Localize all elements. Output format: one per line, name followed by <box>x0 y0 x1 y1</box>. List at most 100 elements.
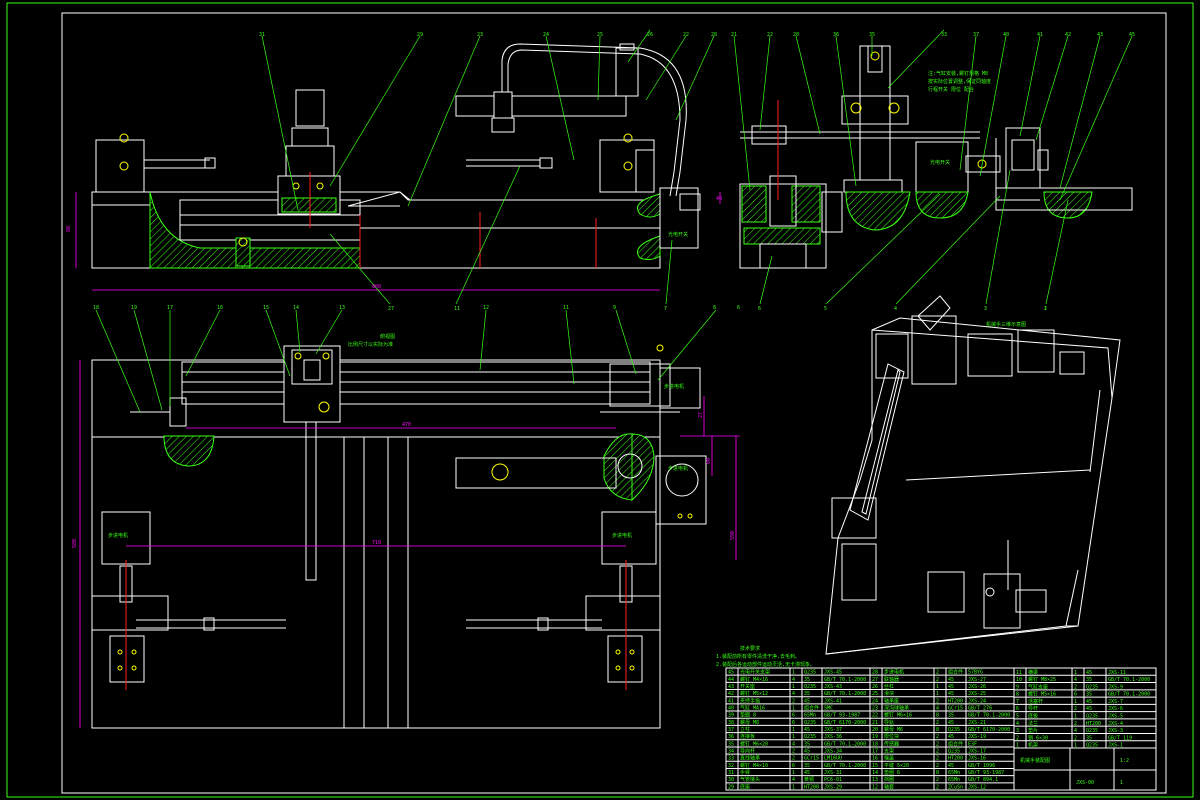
balloon-number: 8 <box>713 305 716 311</box>
motor-label-1: 步进电机 <box>108 532 128 539</box>
bom-cell: SMC <box>824 705 833 711</box>
tech-notes-title: 技术要求 <box>740 645 760 652</box>
bom-cell: 33 <box>728 756 734 762</box>
balloon-number: 1 <box>1044 306 1047 312</box>
balloon-number: 22 <box>683 32 689 38</box>
bom-cell: Q235 <box>948 749 960 755</box>
bom-cell: 气缸 MA16 <box>740 704 765 711</box>
bom-cell: 1 <box>936 684 939 690</box>
bom-cell: 35 <box>804 677 810 683</box>
balloon-number: 12 <box>483 305 489 311</box>
balloon-number: 9 <box>613 305 616 311</box>
bom-cell: 螺钉 M6×16 <box>884 712 912 719</box>
balloon-number: 40 <box>1003 32 1009 38</box>
title-block-sheet: 1 <box>1120 780 1123 786</box>
balloon-number: 3 <box>984 306 987 312</box>
dim-plan-len-c: 590 <box>730 531 736 540</box>
bom-cell: GCr15 <box>948 705 963 711</box>
bom-cell: 34 <box>728 749 734 755</box>
bom-table-right: 11 横梁 1 45 JXS-1110 螺钉 M8×25 4 35 GB/T 70.1-2000… <box>1013 667 1156 749</box>
bom-cell: 45 <box>804 749 810 755</box>
balloon-number: 37 <box>973 32 979 38</box>
bom-cell: 12 <box>872 784 878 790</box>
bom-cell: 螺钉 M4×16 <box>740 676 768 683</box>
bom-cell: 2 <box>936 777 939 783</box>
bom-cell: 16 <box>872 756 878 762</box>
bom-cell: 29 <box>728 784 734 790</box>
balloon-number: 5 <box>824 306 827 312</box>
bom-cell: Q235 <box>948 727 960 733</box>
bom-cell: 2 <box>936 677 939 683</box>
plan-view-title: 俯视图 <box>380 333 395 340</box>
bom-cell: 轴套 <box>884 783 894 790</box>
plan-view-note: 比例尺寸以实际为准 <box>348 341 393 348</box>
bom-cell: 螺母 M8 <box>740 719 759 726</box>
title-block: 45 光电开关支架 1 Q235 JXS-4544 螺钉 M4×16 4 35 GB/T 70.… <box>725 667 1157 791</box>
balloon-number: 7 <box>664 306 667 312</box>
bom-cell: 立柱 <box>740 726 750 733</box>
bom-cell: 组合件 <box>804 704 819 711</box>
cad-drawing-sheet: 31 29 23 24 25 26 22 28 21 22 20 36 35 33 37 40 41 42 43 45… <box>6 2 1194 798</box>
bom-cell: 支架 <box>884 748 894 755</box>
bom-cell: 1 <box>792 705 795 711</box>
bom-cell: 13 <box>872 777 878 783</box>
tech-notes-line-1: 1.装配前所有零件清洗干净,去毛刺。 <box>716 653 800 660</box>
isometric-view <box>825 295 1121 655</box>
leader-lines <box>95 29 1133 413</box>
motor-label-3: 步进电机 <box>664 383 684 390</box>
bom-cell: 气管接头 <box>740 776 760 783</box>
balloon-number: 6 <box>737 305 740 311</box>
bom-cell: 螺钉 M6×20 <box>740 740 768 747</box>
bom-cell: 连接板 <box>740 733 755 740</box>
balloon-number: 26 <box>647 32 653 38</box>
bom-table-left: 45 光电开关支架 1 Q235 JXS-4544 螺钉 M4×16 4 35 GB/T 70.… <box>725 667 871 790</box>
detail-note-1: 注:气缸安装,螺钉规格 M8 <box>928 70 988 77</box>
bom-cell: 8 <box>936 727 939 733</box>
bom-cell: 20 <box>872 727 878 733</box>
top-side-view <box>91 43 701 269</box>
balloon-number: 18 <box>93 305 99 311</box>
bom-cell: 44 <box>728 677 734 683</box>
balloon-number: 21 <box>731 32 737 38</box>
bom-cell: JXS-16 <box>968 756 986 762</box>
bom-cell: 滑块 <box>884 690 894 697</box>
dim-right-h1: 60 <box>706 458 712 464</box>
dim-top-length: 800 <box>372 284 381 290</box>
bom-cell: 光电开关支架 <box>740 669 770 676</box>
balloon-number: 19 <box>131 305 137 311</box>
bom-cell: 65Mn <box>948 777 960 783</box>
bom-cell: 传感器 <box>884 740 899 747</box>
balloon-number: 29 <box>417 32 423 38</box>
bom-cell: 导向杆 <box>740 748 755 755</box>
balloon-number: 28 <box>711 32 717 38</box>
bom-cell: 23 <box>872 705 878 711</box>
bom-cell: 4 <box>936 705 939 711</box>
balloon-number: 42 <box>1065 32 1071 38</box>
balloon-number: 27 <box>388 306 394 312</box>
balloon-number: 6 <box>758 306 761 312</box>
bom-cell: GB/T 70.1-2000 <box>824 677 866 683</box>
bom-cell: 45 <box>948 677 954 683</box>
dim-right-h2: 27 <box>698 412 704 418</box>
balloon-number: 23 <box>477 32 483 38</box>
bom-cell: JXS-29 <box>824 784 842 790</box>
bom-cell: 直线轴承 <box>740 755 760 762</box>
bom-cell: JXS-12 <box>968 784 986 790</box>
motor-label-2: 步进电机 <box>612 532 632 539</box>
balloons-top: 31 29 23 24 25 26 22 28 21 22 20 36 35 33 37 40 41 42 43 45 <box>259 32 1135 38</box>
bom-cell: 45 <box>804 727 810 733</box>
tech-notes-line-2: 2.装配后各运动部件运动灵活,无卡滞现象。 <box>716 661 815 668</box>
bom-table-middle: 28 步进电机 2 组合件 57BYG27 联轴器 2 45 JXS-2726 丝杠 1 45 JXS-… <box>869 667 1015 790</box>
detail-note-3: 行程开关 限位 配合 <box>928 86 974 93</box>
balloon-number: 14 <box>293 305 299 311</box>
bom-cell: 夹持手指 <box>740 697 760 704</box>
bom-cell: GB/T 894.1 <box>968 777 998 783</box>
bom-cell: JXS-17 <box>968 749 986 755</box>
bom-cell: 26 <box>872 684 878 690</box>
bom-cell: 开关座 <box>740 683 755 690</box>
bom-cell: 深沟球轴承 <box>884 704 909 711</box>
bom-cell: JXS-27 <box>968 677 986 683</box>
balloon-number: 4 <box>894 306 897 312</box>
bom-cell: LM16UU <box>824 756 842 762</box>
balloon-number: 31 <box>259 32 265 38</box>
